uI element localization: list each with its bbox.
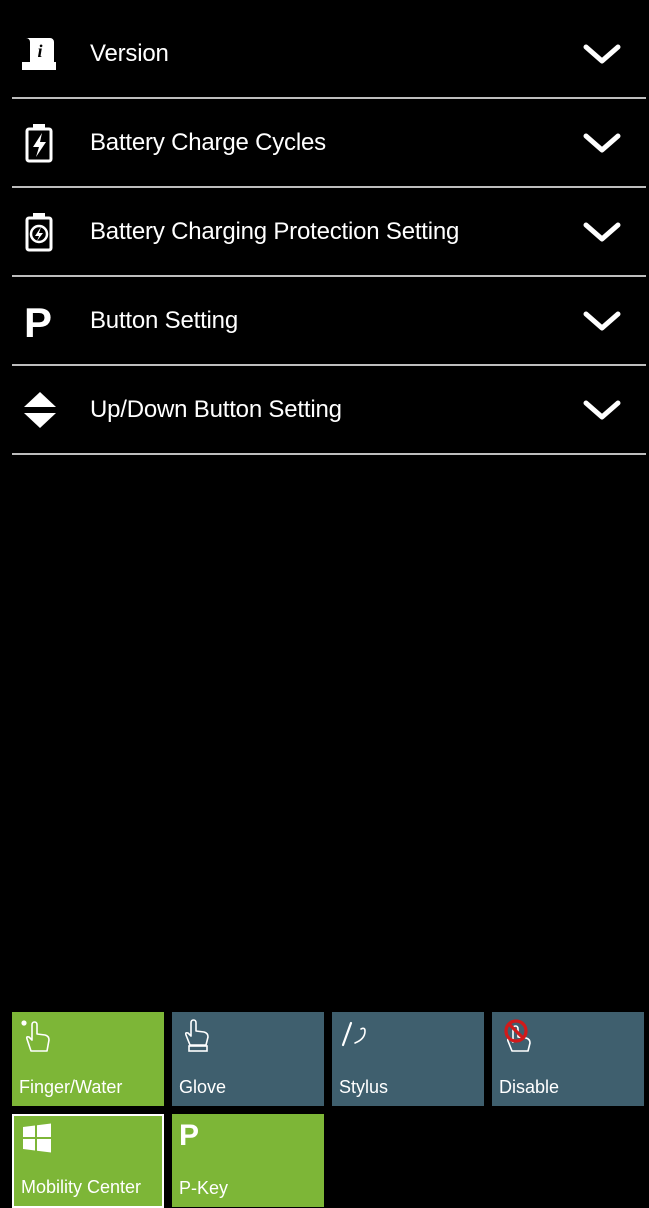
setting-row-battery-protection[interactable]: Battery Charging Protection Setting (12, 188, 646, 277)
setting-row-battery-charge-cycles[interactable]: Battery Charge Cycles (12, 99, 646, 188)
stylus-icon (341, 1021, 366, 1047)
touch-mode-tiles: Finger/Water Glove Stylus Disable Mobili… (12, 1012, 648, 1208)
chevron-down-icon[interactable] (582, 130, 622, 156)
p-button-icon: P (18, 299, 62, 343)
battery-charge-icon (18, 121, 62, 165)
tile-label: Disable (499, 1077, 560, 1097)
up-down-arrows-icon (18, 388, 62, 432)
windows-logo-icon (23, 1123, 51, 1153)
setting-label: Version (90, 39, 169, 67)
tile-label: P-Key (179, 1178, 229, 1198)
p-key-icon: P (179, 1119, 200, 1152)
tile-label: Finger/Water (19, 1077, 123, 1097)
chevron-down-icon[interactable] (582, 41, 622, 67)
tile-label: Glove (179, 1077, 227, 1097)
tile-p-key[interactable]: P P-Key (172, 1114, 324, 1207)
tile-glove[interactable]: Glove (172, 1012, 324, 1106)
tile-label: Mobility Center (21, 1177, 142, 1197)
finger-water-icon (21, 1020, 50, 1052)
setting-label: Battery Charging Protection Setting (90, 217, 460, 245)
tile-disable[interactable]: Disable (492, 1012, 644, 1106)
quick-settings-panel: { "settings": [ {"label": "Version", "ic… (0, 0, 649, 1208)
svg-text:i: i (37, 41, 42, 61)
setting-row-up-down-button[interactable]: Up/Down Button Setting (12, 366, 646, 455)
settings-list: i Version Battery Charge Cycles Battery … (12, 10, 646, 455)
battery-protection-icon (18, 210, 62, 254)
setting-label: Up/Down Button Setting (90, 395, 342, 423)
touch-disabled-icon (504, 1019, 531, 1052)
setting-label: Battery Charge Cycles (90, 128, 326, 156)
tile-label: Stylus (339, 1077, 389, 1097)
setting-row-version[interactable]: i Version (12, 10, 646, 99)
chevron-down-icon[interactable] (582, 308, 622, 334)
tile-stylus[interactable]: Stylus (332, 1012, 484, 1106)
chevron-down-icon[interactable] (582, 219, 622, 245)
chevron-down-icon[interactable] (582, 397, 622, 423)
svg-text:P: P (24, 299, 52, 343)
tile-mobility-center[interactable]: Mobility Center (12, 1114, 164, 1208)
setting-row-button-setting[interactable]: P Button Setting (12, 277, 646, 366)
info-scroll-icon: i (18, 32, 62, 76)
setting-label: Button Setting (90, 306, 238, 334)
tile-finger-water[interactable]: Finger/Water (12, 1012, 164, 1106)
glove-icon (184, 1019, 209, 1052)
